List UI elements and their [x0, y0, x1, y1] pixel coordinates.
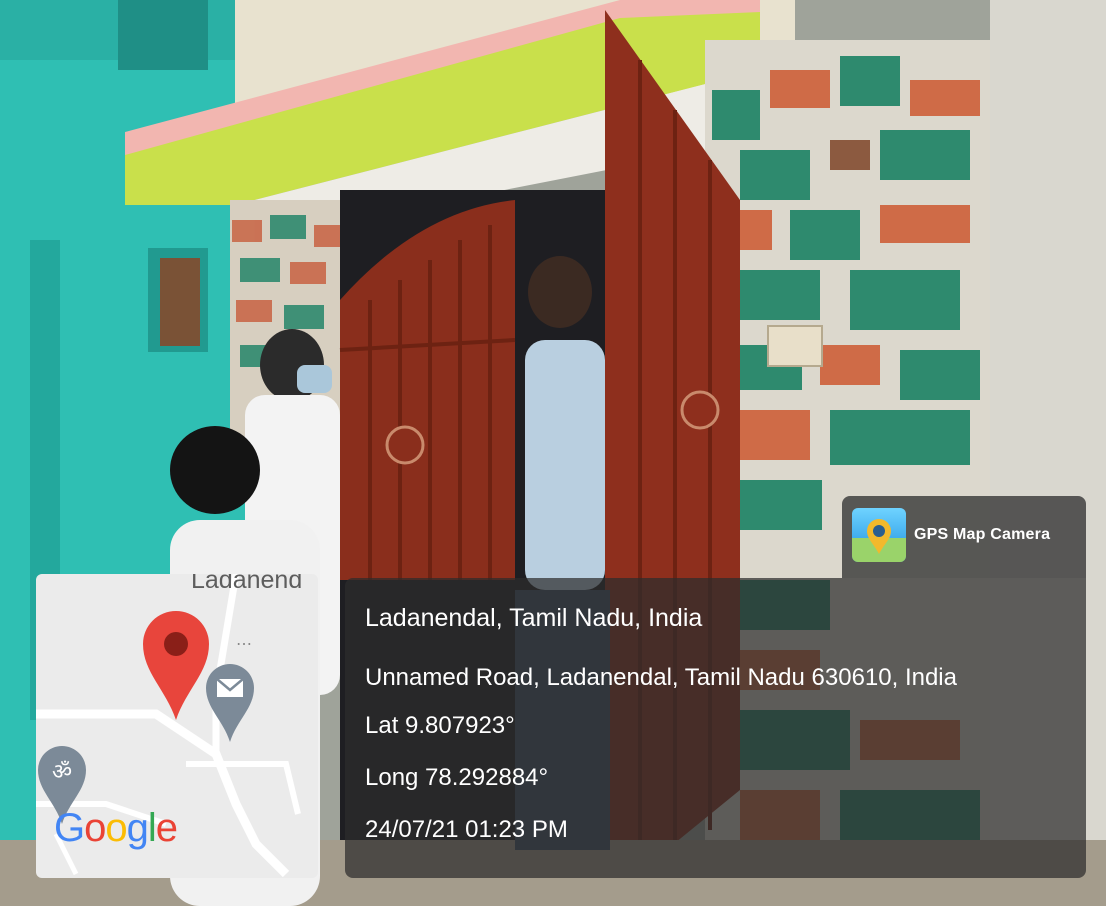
google-logo-letter: G — [54, 806, 85, 850]
longitude-line: Long 78.292884° — [365, 764, 549, 791]
google-logo-letter: l — [147, 806, 157, 850]
location-pin-icon — [143, 611, 209, 720]
google-logo-letter: o — [84, 806, 106, 850]
mail-marker-icon — [206, 664, 254, 742]
map-thumbnail: Ladanend ⋯ ॐ Google — [36, 574, 318, 878]
google-logo-letter: e — [155, 806, 178, 850]
latitude-line: Lat 9.807923° — [365, 712, 515, 739]
scene-photo: Ladanend ⋯ ॐ Google GPS Map Camera Ladan… — [0, 0, 1106, 906]
map-place-label: Ladanend — [191, 574, 303, 594]
google-logo: Google — [54, 806, 178, 851]
gps-map-camera-badge: GPS Map Camera — [842, 496, 1086, 578]
gps-map-camera-app-icon — [852, 508, 906, 562]
timestamp-line: 24/07/21 01:23 PM — [365, 816, 568, 843]
more-dots-icon: ⋯ — [236, 636, 252, 653]
google-logo-letter: o — [105, 806, 127, 850]
app-name-label: GPS Map Camera — [914, 526, 1051, 543]
svg-text:ॐ: ॐ — [52, 760, 72, 785]
google-logo-letter: g — [126, 806, 149, 850]
address-line: Unnamed Road, Ladanendal, Tamil Nadu 630… — [365, 664, 957, 691]
location-info-panel: Ladanendal, Tamil Nadu, India Unnamed Ro… — [345, 578, 1086, 878]
location-title: Ladanendal, Tamil Nadu, India — [365, 604, 703, 632]
